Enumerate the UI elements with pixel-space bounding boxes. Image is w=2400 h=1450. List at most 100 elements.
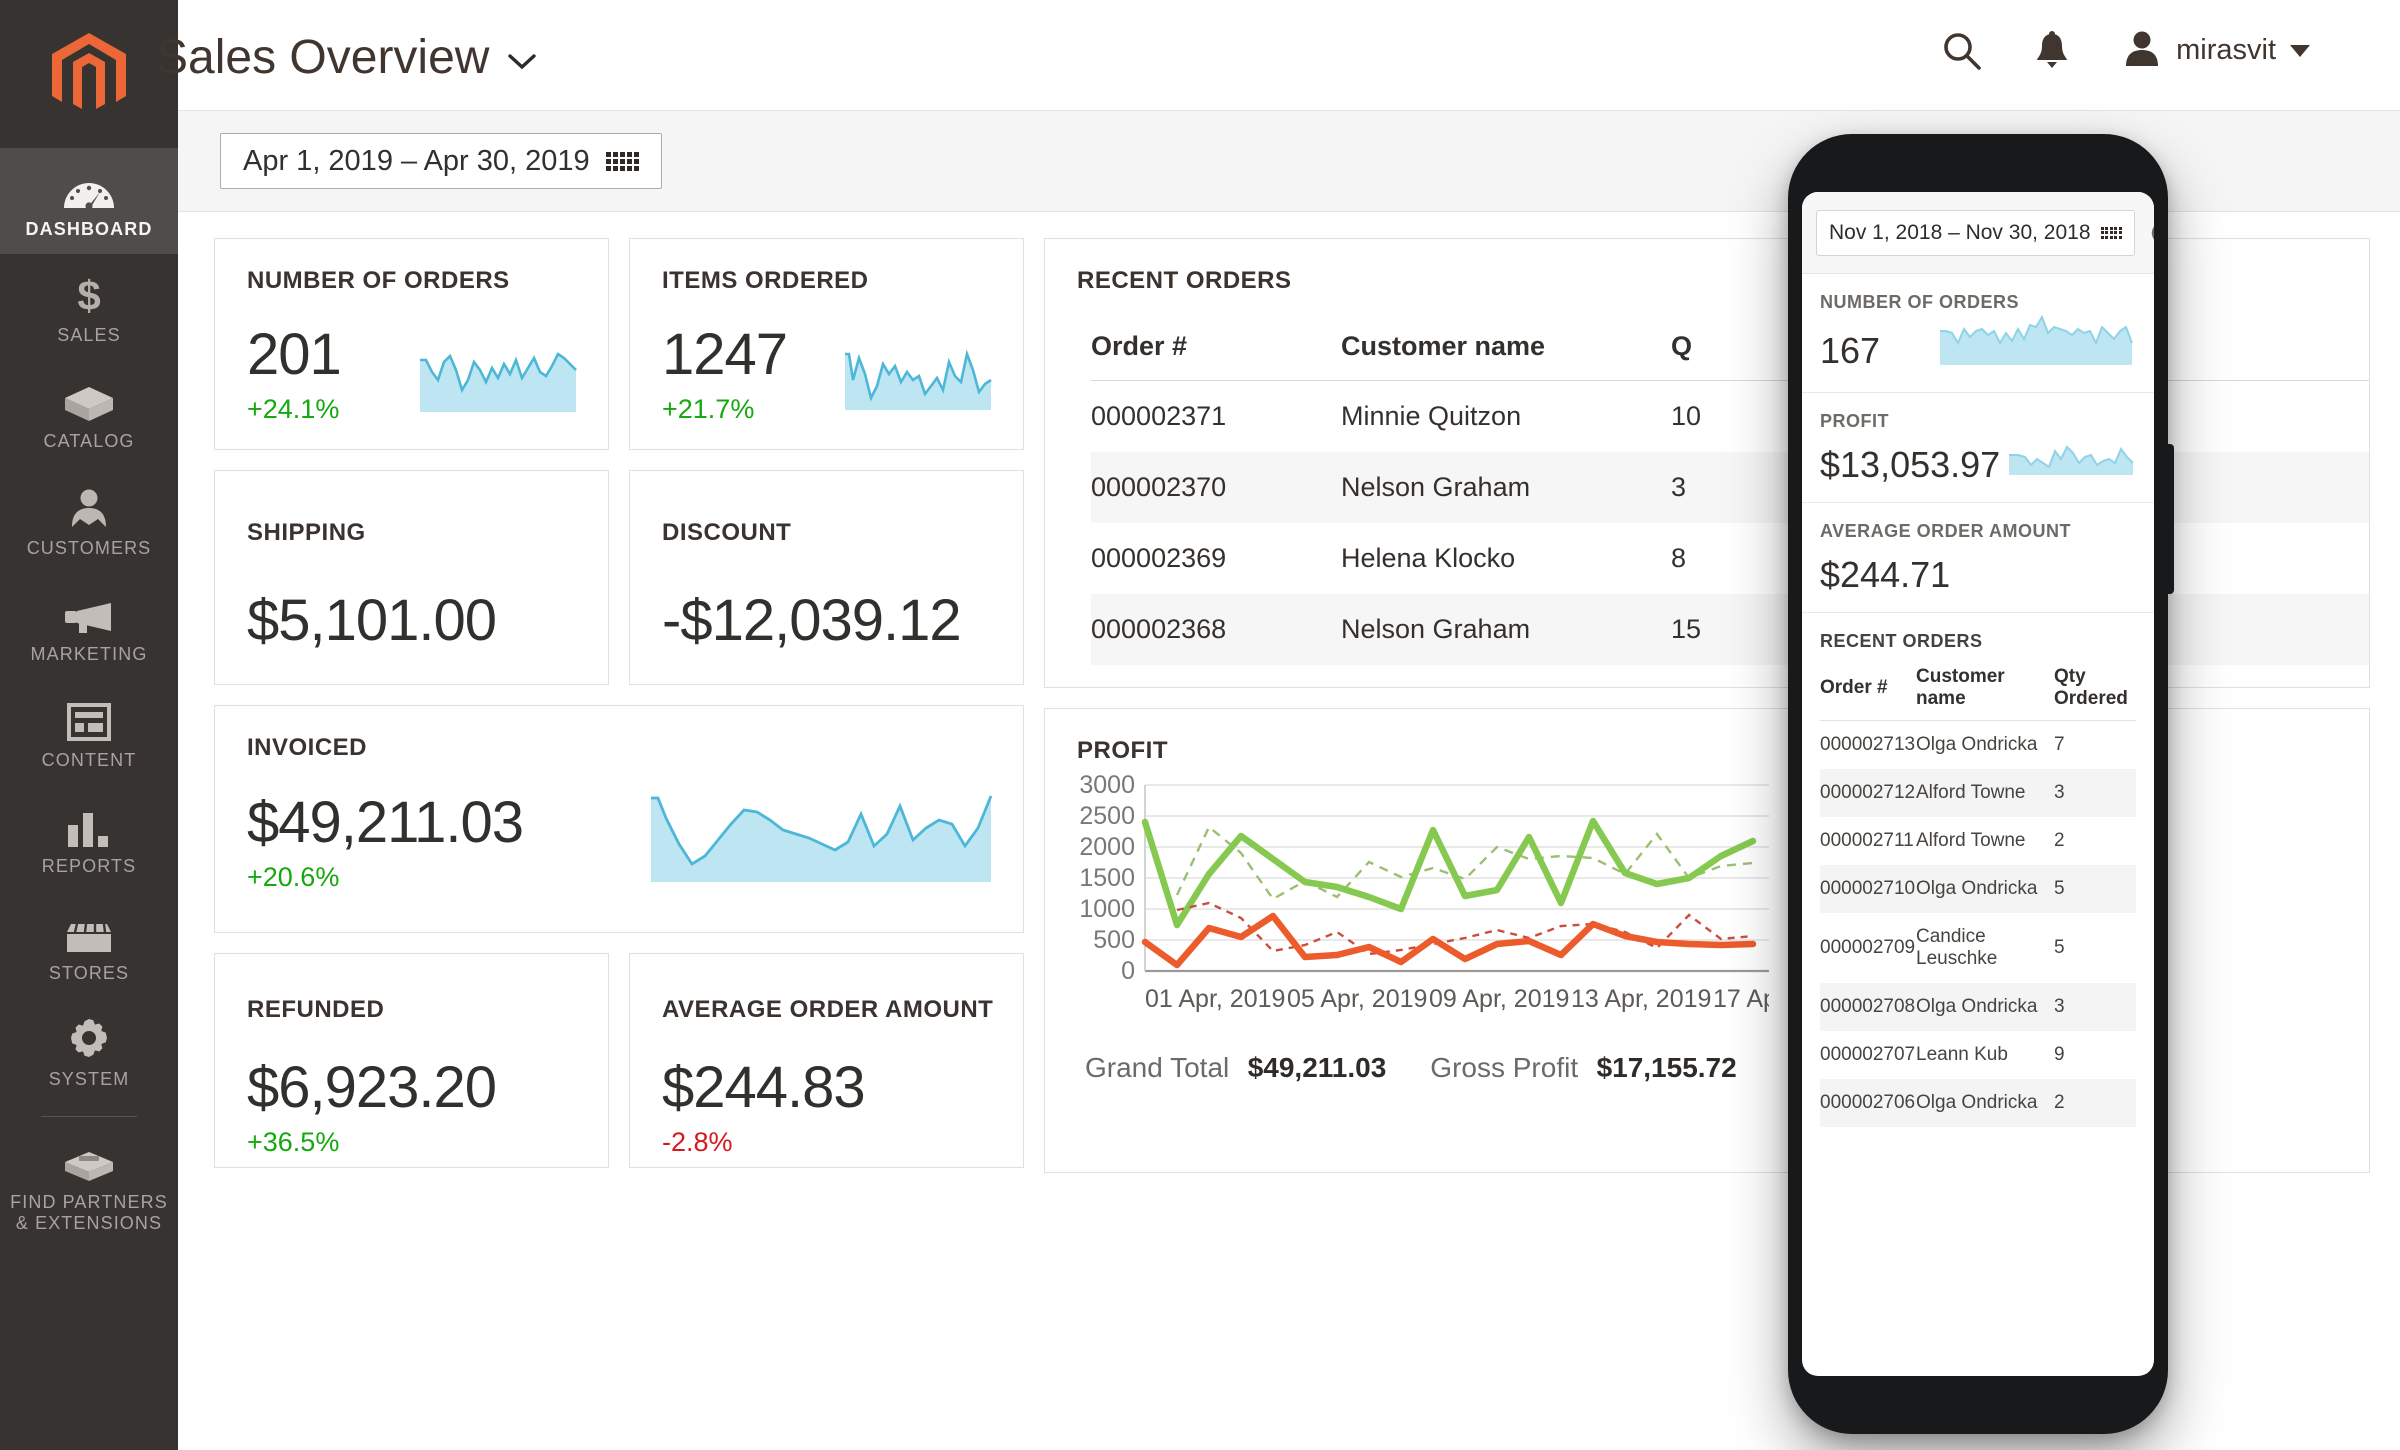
- column-header-qty[interactable]: Qty Ordered: [2054, 652, 2136, 721]
- magento-logo[interactable]: [0, 0, 178, 148]
- user-menu[interactable]: mirasvit: [2122, 28, 2310, 73]
- notification-bell-icon[interactable]: [2034, 30, 2070, 71]
- table-header-row: Order # Customer name Qty Ordered: [1820, 652, 2136, 721]
- sidebar-item-catalog[interactable]: CATALOG: [0, 360, 178, 466]
- sidebar-item-label-line2: & EXTENSIONS: [15, 1213, 163, 1234]
- phone-kpi-card-average-order-amount[interactable]: AVERAGE ORDER AMOUNT $244.71: [1802, 503, 2154, 613]
- sidebar-item-label: STORES: [48, 962, 130, 983]
- table-row[interactable]: 000002709 Candice Leuschke 5: [1820, 913, 2136, 983]
- svg-text:2000: 2000: [1079, 833, 1135, 861]
- phone-recent-orders-title: RECENT ORDERS: [1820, 631, 1983, 651]
- kpi-delta: +24.1%: [247, 394, 340, 424]
- sidebar-item-sales[interactable]: $ SALES: [0, 254, 178, 360]
- phone-recent-orders-panel: RECENT ORDERS Order # Customer name Qty …: [1802, 613, 2154, 1143]
- kpi-card-shipping[interactable]: SHIPPING $5,101.00: [214, 470, 609, 685]
- kpi-value: $49,211.03: [247, 789, 524, 855]
- svg-text:500: 500: [1093, 926, 1135, 954]
- column-header-order[interactable]: Order #: [1820, 652, 1916, 721]
- cell-qty: 7: [2054, 734, 2065, 755]
- phone-date-range-value: Nov 1, 2018 – Nov 30, 2018: [1829, 220, 2091, 244]
- sidebar-item-customers[interactable]: CUSTOMERS: [0, 467, 178, 573]
- table-row[interactable]: 000002707 Leann Kub 9: [1820, 1031, 2136, 1079]
- kpi-title: AVERAGE ORDER AMOUNT: [662, 996, 994, 1023]
- phone-toolbar: Nov 1, 2018 – Nov 30, 2018: [1802, 192, 2154, 274]
- column-header-customer[interactable]: Customer name: [1341, 309, 1671, 381]
- sidebar-item-find-partners[interactable]: FIND PARTNERS & EXTENSIONS: [0, 1121, 178, 1248]
- svg-text:3000: 3000: [1079, 775, 1135, 799]
- cell-customer: Olga Ondricka: [1916, 734, 2038, 755]
- phone-kpi-card-number-of-orders[interactable]: NUMBER OF ORDERS 167: [1802, 274, 2154, 393]
- table-row[interactable]: 000002370 Nelson Graham 3: [1091, 452, 2369, 523]
- sidebar-item-marketing[interactable]: MARKETING: [0, 573, 178, 679]
- table-row[interactable]: 000002371 Minnie Quitzon 10: [1091, 381, 2369, 453]
- sidebar-item-content[interactable]: CONTENT: [0, 679, 178, 785]
- table-row[interactable]: 000002368 Nelson Graham 15: [1091, 594, 2369, 665]
- recent-orders-table: Order # Customer name Q 000002371 Minnie…: [1091, 309, 2369, 665]
- table-row[interactable]: 000002712 Alford Towne 3: [1820, 769, 2136, 817]
- table-row[interactable]: 000002708 Olga Ondricka 3: [1820, 983, 2136, 1031]
- table-row[interactable]: 000002711 Alford Towne 2: [1820, 817, 2136, 865]
- sidebar-item-label: MARKETING: [30, 643, 148, 664]
- svg-text:$: $: [77, 274, 100, 316]
- phone-recent-orders-table: Order # Customer name Qty Ordered 000002…: [1820, 652, 2136, 1127]
- phone-date-range-picker[interactable]: Nov 1, 2018 – Nov 30, 2018: [1816, 209, 2135, 256]
- cell-qty: 5: [2054, 878, 2065, 899]
- chevron-down-icon[interactable]: [507, 47, 537, 78]
- table-row[interactable]: 000002706 Olga Ondricka 2: [1820, 1079, 2136, 1127]
- chevron-down-icon: [2290, 44, 2310, 57]
- layout-icon: [67, 695, 111, 742]
- kpi-card-average-order-amount[interactable]: AVERAGE ORDER AMOUNT $244.83 -2.8%: [629, 953, 1024, 1168]
- cell-customer: Helena Klocko: [1341, 543, 1516, 573]
- profit-chart-panel: PROFIT 3000 2500 2000 1500 1000 500 0 01…: [1044, 708, 2370, 1173]
- sparkline-chart: [1936, 313, 2136, 376]
- svg-text:1000: 1000: [1079, 895, 1135, 923]
- box-icon: [63, 376, 115, 422]
- person-icon: [67, 483, 111, 529]
- cell-order: 000002369: [1091, 543, 1227, 573]
- sidebar-item-reports[interactable]: REPORTS: [0, 785, 178, 891]
- cell-customer: Leann Kub: [1916, 1044, 2008, 1065]
- refresh-icon[interactable]: [2149, 219, 2154, 247]
- cell-qty: 3: [2054, 996, 2065, 1017]
- search-icon[interactable]: [1942, 31, 1982, 71]
- date-range-picker[interactable]: Apr 1, 2019 – Apr 30, 2019: [220, 133, 662, 189]
- table-row[interactable]: 000002713 Olga Ondricka 7: [1820, 721, 2136, 770]
- kpi-card-items-ordered[interactable]: ITEMS ORDERED 1247 +21.7%: [629, 238, 1024, 450]
- kpi-delta: +21.7%: [662, 394, 755, 424]
- kpi-title: DISCOUNT: [662, 519, 792, 546]
- kpi-card-number-of-orders[interactable]: NUMBER OF ORDERS 201 +24.1%: [214, 238, 609, 450]
- kpi-value: 201: [247, 322, 342, 387]
- phone-kpi-card-profit[interactable]: PROFIT $13,053.97: [1802, 393, 2154, 503]
- cell-order: 000002712: [1820, 782, 1916, 803]
- column-header-customer[interactable]: Customer name: [1916, 652, 2054, 721]
- table-row[interactable]: 000002369 Helena Klocko 8: [1091, 523, 2369, 594]
- column-header-order[interactable]: Order #: [1091, 309, 1341, 381]
- x-tick-label: 17 Apr,: [1713, 985, 1769, 1013]
- kpi-value: $6,923.20: [247, 1055, 497, 1120]
- sidebar-item-stores[interactable]: STORES: [0, 892, 178, 998]
- kpi-title: NUMBER OF ORDERS: [247, 267, 510, 294]
- sidebar-item-system[interactable]: SYSTEM: [0, 998, 178, 1104]
- user-avatar-icon: [2122, 28, 2162, 73]
- kpi-card-discount[interactable]: DISCOUNT -$12,039.12: [629, 470, 1024, 685]
- cell-order: 000002371: [1091, 401, 1227, 431]
- kpi-card-invoiced[interactable]: INVOICED $49,211.03 +20.6%: [214, 705, 1024, 933]
- storefront-icon: [63, 908, 115, 954]
- cell-customer: Olga Ondricka: [1916, 996, 2038, 1017]
- phone-mockup: Nov 1, 2018 – Nov 30, 2018 NUMBER OF ORD…: [1788, 134, 2174, 1434]
- cell-customer: Olga Ondricka: [1916, 1092, 2038, 1113]
- sidebar-item-dashboard[interactable]: DASHBOARD: [0, 148, 178, 255]
- kpi-title: ITEMS ORDERED: [662, 267, 869, 294]
- cell-order: 000002709: [1820, 937, 1916, 958]
- kpi-delta: -2.8%: [662, 1127, 733, 1157]
- cell-qty: 2: [2054, 830, 2065, 851]
- phone-kpi-value: $13,053.97: [1820, 444, 2001, 485]
- profit-chart-title: PROFIT: [1077, 737, 1168, 764]
- cell-qty: 2: [2054, 1092, 2065, 1113]
- cell-order: 000002707: [1820, 1044, 1916, 1065]
- grand-total-label: Grand Total: [1085, 1052, 1230, 1083]
- kpi-card-refunded[interactable]: REFUNDED $6,923.20 +36.5%: [214, 953, 609, 1168]
- sidebar-item-label: REPORTS: [41, 856, 137, 877]
- magento-logo-icon: [52, 33, 126, 109]
- table-row[interactable]: 000002710 Olga Ondricka 5: [1820, 865, 2136, 913]
